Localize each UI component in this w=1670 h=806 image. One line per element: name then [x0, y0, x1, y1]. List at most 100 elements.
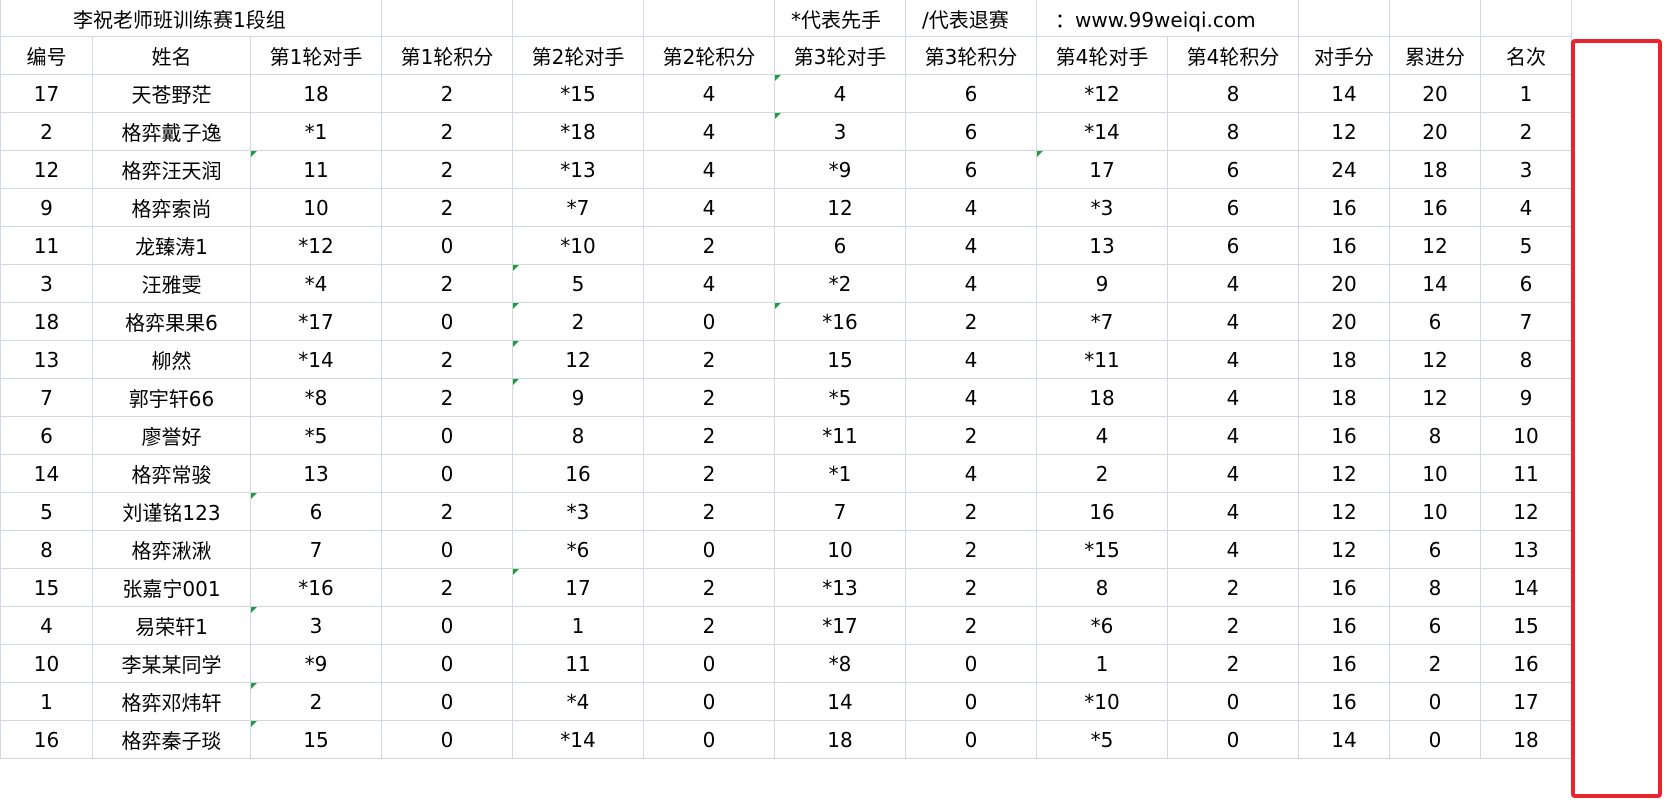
- player-name[interactable]: 易荣轩1: [92, 606, 251, 645]
- cumulative-score[interactable]: 12: [1389, 378, 1481, 417]
- opponent-score[interactable]: 18: [1298, 378, 1390, 417]
- r4-opponent[interactable]: *5: [1036, 720, 1168, 759]
- cell[interactable]: [381, 0, 513, 37]
- r4-score[interactable]: 2: [1167, 644, 1299, 683]
- r3-score[interactable]: 2: [905, 492, 1037, 531]
- r4-opponent[interactable]: *6: [1036, 606, 1168, 645]
- opponent-score[interactable]: 16: [1298, 188, 1390, 227]
- r3-score[interactable]: 6: [905, 150, 1037, 189]
- r3-opponent[interactable]: *5: [774, 378, 906, 417]
- r3-opponent[interactable]: 18: [774, 720, 906, 759]
- rank[interactable]: 13: [1480, 530, 1572, 569]
- header-opponent-score[interactable]: 对手分: [1298, 36, 1390, 75]
- r2-opponent[interactable]: 9: [512, 378, 644, 417]
- r2-score[interactable]: 2: [643, 416, 775, 455]
- r3-score[interactable]: 4: [905, 264, 1037, 303]
- player-id[interactable]: 3: [0, 264, 93, 303]
- header-name[interactable]: 姓名: [92, 36, 251, 75]
- opponent-score[interactable]: 16: [1298, 568, 1390, 607]
- r2-opponent[interactable]: 1: [512, 606, 644, 645]
- rank[interactable]: 1: [1480, 74, 1572, 113]
- opponent-score[interactable]: 12: [1298, 492, 1390, 531]
- cumulative-score[interactable]: 0: [1389, 720, 1481, 759]
- rank[interactable]: 5: [1480, 226, 1572, 265]
- r2-opponent[interactable]: 2: [512, 302, 644, 341]
- r3-score[interactable]: 2: [905, 568, 1037, 607]
- rank[interactable]: 15: [1480, 606, 1572, 645]
- r1-opponent[interactable]: 18: [250, 74, 382, 113]
- r2-score[interactable]: 4: [643, 150, 775, 189]
- r1-score[interactable]: 2: [381, 188, 513, 227]
- r3-opponent[interactable]: 6: [774, 226, 906, 265]
- r4-opponent[interactable]: 4: [1036, 416, 1168, 455]
- header-id[interactable]: 编号: [0, 36, 93, 75]
- opponent-score[interactable]: 16: [1298, 606, 1390, 645]
- r3-opponent[interactable]: 3: [774, 112, 906, 151]
- player-name[interactable]: 格弈果果6: [92, 302, 251, 341]
- r4-score[interactable]: 2: [1167, 568, 1299, 607]
- cumulative-score[interactable]: 20: [1389, 112, 1481, 151]
- player-id[interactable]: 13: [0, 340, 93, 379]
- r3-score[interactable]: 4: [905, 340, 1037, 379]
- r2-score[interactable]: 0: [643, 302, 775, 341]
- r1-opponent[interactable]: 10: [250, 188, 382, 227]
- rank[interactable]: 14: [1480, 568, 1572, 607]
- r4-opponent[interactable]: 2: [1036, 454, 1168, 493]
- r4-score[interactable]: 0: [1167, 720, 1299, 759]
- cumulative-score[interactable]: 16: [1389, 188, 1481, 227]
- r4-score[interactable]: 4: [1167, 530, 1299, 569]
- r1-score[interactable]: 0: [381, 530, 513, 569]
- opponent-score[interactable]: 14: [1298, 720, 1390, 759]
- r2-opponent[interactable]: 12: [512, 340, 644, 379]
- r4-opponent[interactable]: 16: [1036, 492, 1168, 531]
- r3-score[interactable]: 4: [905, 454, 1037, 493]
- rank[interactable]: 7: [1480, 302, 1572, 341]
- r1-opponent[interactable]: 11: [250, 150, 382, 189]
- cumulative-score[interactable]: 18: [1389, 150, 1481, 189]
- cumulative-score[interactable]: 8: [1389, 416, 1481, 455]
- r3-opponent[interactable]: *1: [774, 454, 906, 493]
- player-id[interactable]: 18: [0, 302, 93, 341]
- player-name[interactable]: 格弈湫湫: [92, 530, 251, 569]
- header-r2-score[interactable]: 第2轮积分: [643, 36, 775, 75]
- r1-opponent[interactable]: 3: [250, 606, 382, 645]
- r1-opponent[interactable]: 15: [250, 720, 382, 759]
- r1-opponent[interactable]: *12: [250, 226, 382, 265]
- opponent-score[interactable]: 12: [1298, 454, 1390, 493]
- player-name[interactable]: 廖誉好: [92, 416, 251, 455]
- rank[interactable]: 2: [1480, 112, 1572, 151]
- r4-opponent[interactable]: 8: [1036, 568, 1168, 607]
- r3-score[interactable]: 2: [905, 530, 1037, 569]
- rank[interactable]: 16: [1480, 644, 1572, 683]
- cumulative-score[interactable]: 12: [1389, 340, 1481, 379]
- header-rank[interactable]: 名次: [1480, 36, 1572, 75]
- player-id[interactable]: 8: [0, 530, 93, 569]
- player-id[interactable]: 10: [0, 644, 93, 683]
- r3-opponent[interactable]: *11: [774, 416, 906, 455]
- r1-score[interactable]: 0: [381, 302, 513, 341]
- player-name[interactable]: 格弈常骏: [92, 454, 251, 493]
- opponent-score[interactable]: 16: [1298, 416, 1390, 455]
- rank[interactable]: 9: [1480, 378, 1572, 417]
- r2-score[interactable]: 2: [643, 568, 775, 607]
- player-name[interactable]: 格弈邓炜轩: [92, 682, 251, 721]
- r2-opponent[interactable]: *18: [512, 112, 644, 151]
- r2-opponent[interactable]: *13: [512, 150, 644, 189]
- cell[interactable]: [643, 0, 775, 37]
- r2-score[interactable]: 2: [643, 454, 775, 493]
- r4-score[interactable]: 4: [1167, 378, 1299, 417]
- r3-opponent[interactable]: 12: [774, 188, 906, 227]
- website-text[interactable]: ：www.99weiqi.com: [1036, 0, 1299, 37]
- r2-opponent[interactable]: *3: [512, 492, 644, 531]
- r3-opponent[interactable]: 14: [774, 682, 906, 721]
- r4-opponent[interactable]: 9: [1036, 264, 1168, 303]
- player-id[interactable]: 7: [0, 378, 93, 417]
- r3-opponent[interactable]: *9: [774, 150, 906, 189]
- r4-opponent[interactable]: 17: [1036, 150, 1168, 189]
- rank[interactable]: 3: [1480, 150, 1572, 189]
- player-id[interactable]: 5: [0, 492, 93, 531]
- player-name[interactable]: 李某某同学: [92, 644, 251, 683]
- r4-score[interactable]: 4: [1167, 416, 1299, 455]
- r3-opponent[interactable]: 15: [774, 340, 906, 379]
- r3-score[interactable]: 4: [905, 226, 1037, 265]
